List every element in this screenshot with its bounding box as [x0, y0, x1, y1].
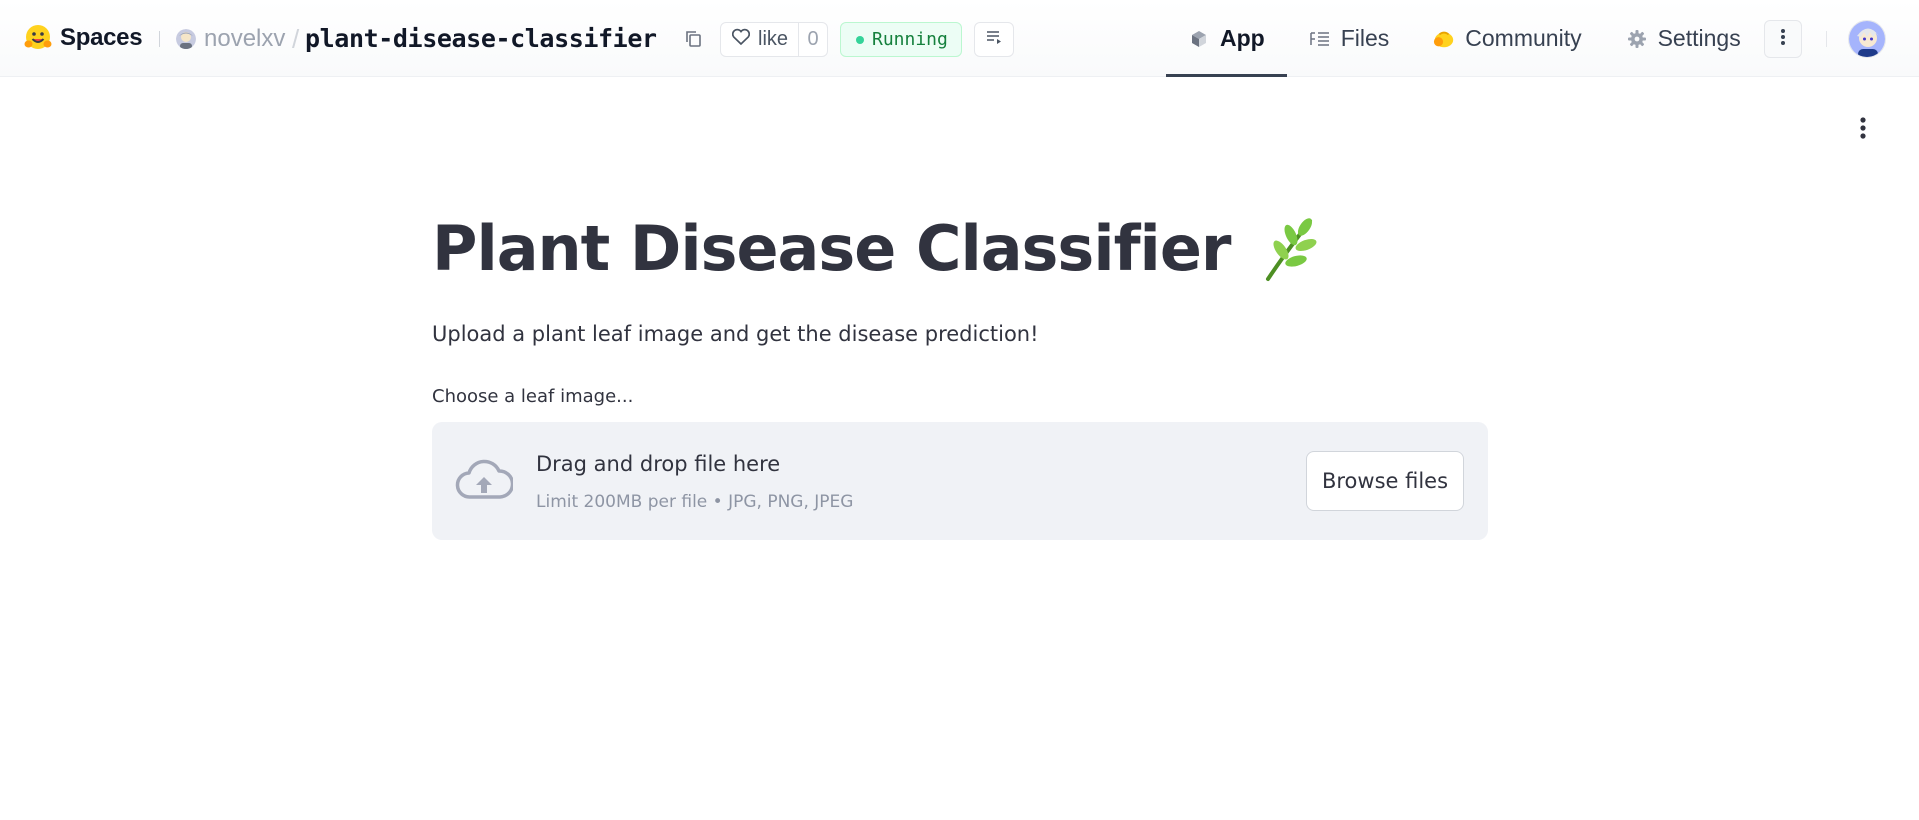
cloud-upload-icon: [455, 457, 515, 505]
like-label: like: [758, 28, 789, 50]
vertical-dots-icon: [1780, 28, 1786, 51]
tab-label: Community: [1465, 25, 1582, 51]
herb-icon: [1258, 215, 1320, 283]
divider: [1826, 31, 1827, 47]
tab-files[interactable]: Files: [1287, 0, 1412, 77]
status-dot-icon: [856, 35, 864, 44]
tab-label: Files: [1340, 25, 1390, 51]
heart-icon: [731, 28, 751, 51]
app-cube-icon: [1188, 28, 1210, 50]
status-text: Running: [872, 29, 948, 50]
dropzone-title: Drag and drop file here: [536, 452, 781, 476]
tab-community[interactable]: Community: [1411, 0, 1603, 77]
path-separator: /: [292, 24, 300, 54]
divider: [159, 31, 160, 47]
repo-name-link[interactable]: plant-disease-classifier: [305, 24, 657, 53]
vertical-dots-icon: [1860, 116, 1866, 144]
brand-text: Spaces: [60, 24, 143, 51]
gear-icon: [1626, 28, 1648, 50]
copy-icon[interactable]: [683, 28, 705, 50]
page-subtitle: Upload a plant leaf image and get the di…: [432, 322, 1039, 346]
hugging-face-logo-icon: [24, 24, 52, 52]
app-menu-button[interactable]: [1852, 116, 1874, 144]
more-options-button[interactable]: [1764, 20, 1802, 58]
spaces-brand-link[interactable]: Spaces: [24, 24, 143, 52]
tab-label: Settings: [1657, 25, 1741, 51]
tab-label: App: [1220, 25, 1265, 51]
tab-app[interactable]: App: [1166, 0, 1287, 77]
logs-button[interactable]: [974, 22, 1014, 57]
like-count[interactable]: 0: [799, 23, 827, 56]
logs-icon: [985, 29, 1003, 50]
uploader-label: Choose a leaf image...: [432, 386, 634, 407]
file-dropzone[interactable]: Drag and drop file here Limit 200MB per …: [432, 422, 1488, 540]
top-nav-bar: Spaces novelxv / plant-disease-classifie…: [0, 0, 1919, 77]
files-icon: [1309, 28, 1331, 50]
dropzone-limit: Limit 200MB per file • JPG, PNG, JPEG: [536, 492, 854, 512]
browse-files-button[interactable]: Browse files: [1306, 451, 1464, 511]
page-title-row: Plant Disease Classifier: [432, 212, 1320, 285]
page-title: Plant Disease Classifier: [432, 212, 1231, 285]
community-icon: [1433, 28, 1455, 50]
like-toggle[interactable]: like: [721, 23, 799, 56]
tab-settings[interactable]: Settings: [1604, 0, 1763, 77]
like-button[interactable]: like 0: [720, 22, 828, 57]
user-avatar[interactable]: [1848, 20, 1886, 58]
status-badge[interactable]: Running: [840, 22, 962, 57]
owner-avatar[interactable]: [176, 29, 196, 49]
space-tabs: App Files Community Settings: [1166, 0, 1763, 77]
owner-link[interactable]: novelxv: [204, 25, 285, 53]
